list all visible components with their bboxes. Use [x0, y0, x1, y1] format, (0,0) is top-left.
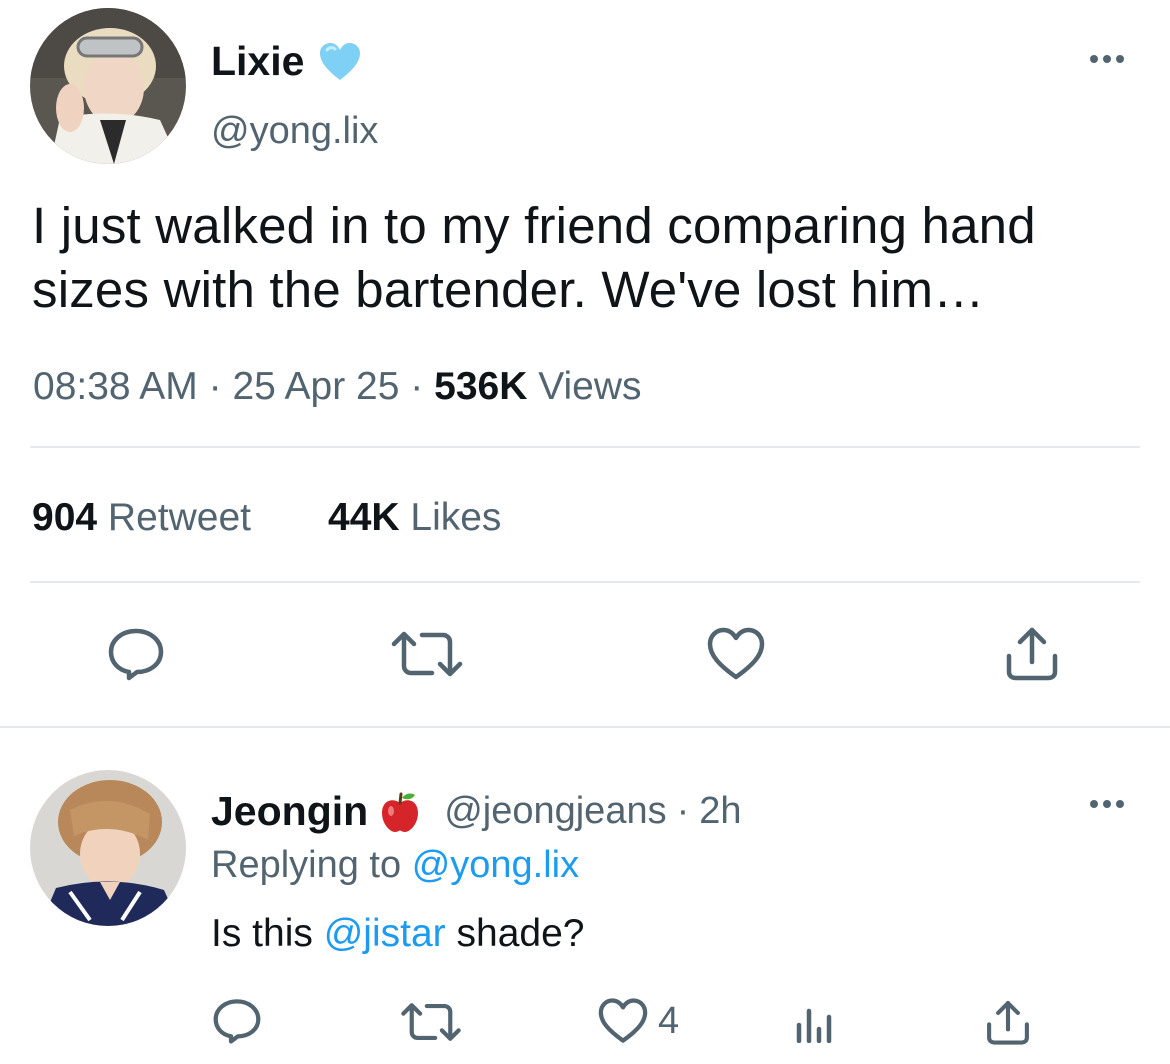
replying-to: Replying to @yong.lix	[211, 844, 579, 887]
retweet-button[interactable]	[390, 628, 464, 680]
heart-icon	[598, 998, 648, 1043]
reply-analytics-button[interactable]	[792, 1002, 836, 1044]
retweet-stat[interactable]: 904 Retweet	[32, 496, 251, 540]
share-icon	[987, 1001, 1029, 1045]
share-button[interactable]	[1004, 624, 1060, 682]
replying-to-prefix: Replying to	[211, 844, 402, 886]
separator: ·	[208, 365, 222, 408]
separator: ·	[410, 365, 424, 408]
tweet-date[interactable]: 25 Apr 25	[232, 365, 399, 408]
avatar-photo-lixie	[30, 8, 186, 164]
apple-icon	[380, 791, 420, 833]
reply-like-count: 4	[658, 999, 680, 1042]
tweet-text-line-1: I just walked in to my friend comparing …	[32, 197, 1036, 254]
reply-text-before: Is this	[211, 912, 313, 955]
like-button[interactable]	[706, 626, 766, 682]
share-icon	[1006, 627, 1058, 681]
author-name[interactable]: Lixie	[211, 38, 304, 85]
divider	[30, 581, 1140, 583]
replying-to-link[interactable]: @yong.lix	[412, 844, 579, 886]
reply-header: Jeongin @jeongjeans · 2h	[211, 788, 742, 835]
reply-retweet-button[interactable]	[400, 1000, 462, 1044]
retweet-count: 904	[32, 496, 98, 539]
avatar-photo-jeongin	[30, 770, 186, 926]
author-name-text: Lixie	[211, 38, 305, 84]
tweet-time[interactable]: 08:38 AM	[33, 365, 198, 408]
heart-icon	[707, 627, 765, 680]
tweet-meta: 08:38 AM · 25 Apr 25 · 536K Views	[33, 365, 642, 409]
tweet-text-line-2: sizes with the bartender. We've lost him…	[32, 261, 985, 318]
reply-text-after: shade?	[456, 912, 585, 955]
verified-heart-icon	[319, 42, 361, 82]
reply-share-button[interactable]	[984, 998, 1032, 1046]
reply-text: Is this @jistar shade?	[211, 912, 584, 956]
section-divider	[0, 726, 1170, 728]
reply-author-name[interactable]: Jeongin	[211, 788, 368, 835]
likes-count: 44K	[328, 496, 400, 539]
reply-button[interactable]	[106, 626, 166, 682]
mention-link[interactable]: @jistar	[324, 912, 446, 955]
likes-label: Likes	[410, 496, 502, 539]
author-handle[interactable]: @yong.lix	[211, 110, 378, 153]
retweet-icon	[401, 1003, 461, 1041]
author-avatar[interactable]	[30, 8, 186, 164]
reply-time[interactable]: 2h	[699, 790, 741, 833]
views-count: 536K	[434, 365, 528, 408]
reply-author-handle[interactable]: @jeongjeans	[444, 790, 666, 833]
retweet-label: Retweet	[107, 496, 251, 539]
more-options-icon[interactable]	[1090, 55, 1124, 63]
reply-reply-button[interactable]	[212, 998, 262, 1044]
views-label: Views	[538, 365, 642, 408]
tweet-text: I just walked in to my friend comparing …	[32, 194, 1162, 322]
reply-like-button[interactable]: 4	[598, 998, 679, 1044]
reply-icon	[213, 999, 261, 1044]
separator: ·	[676, 790, 690, 832]
reply-author-avatar[interactable]	[30, 770, 186, 926]
retweet-icon	[391, 631, 463, 677]
likes-stat[interactable]: 44K Likes	[328, 496, 501, 540]
analytics-icon	[796, 1008, 832, 1043]
divider	[30, 446, 1140, 448]
reply-more-options-icon[interactable]	[1090, 800, 1124, 808]
reply-icon	[108, 628, 164, 681]
